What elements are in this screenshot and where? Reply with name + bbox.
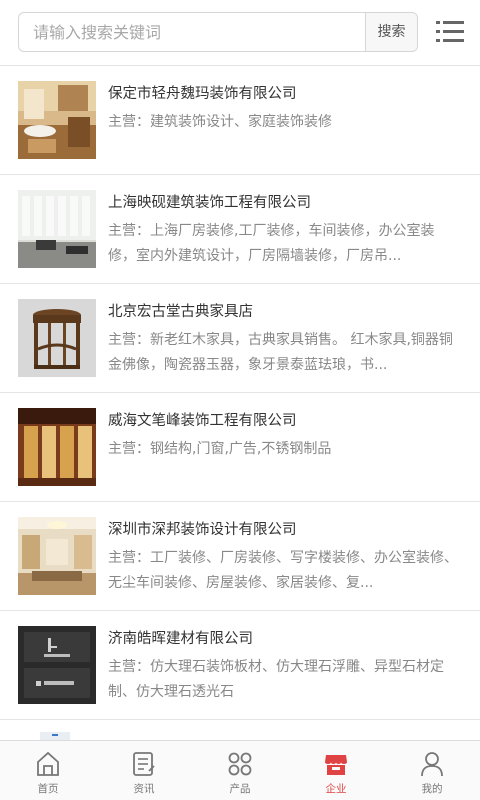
search-box: 搜索: [18, 12, 418, 52]
menu-button[interactable]: [434, 16, 466, 48]
list-menu-icon: [436, 21, 464, 42]
company-list-item[interactable]: 威海文笔峰装饰工程有限公司 主营：钢结构,门窗,广告,不锈钢制品: [0, 393, 480, 502]
company-business: 主营：钢结构,门窗,广告,不锈钢制品: [108, 441, 332, 457]
company-thumbnail: [18, 626, 96, 704]
search-button[interactable]: 搜索: [365, 13, 417, 51]
company-list-item[interactable]: 上海映砚建筑装饰工程有限公司 主营：上海厂房装修,工厂装修，车间装修，办公室装修…: [0, 175, 480, 284]
tab-mine-label: 我的: [421, 783, 443, 795]
company-list-item[interactable]: 济南皓晖建材有限公司 主营：仿大理石装饰板材、仿大理石浮雕、异型石材定制、仿大理…: [0, 611, 480, 720]
company-name: 深圳市深邦装饰设计有限公司: [108, 522, 297, 538]
store-icon: [325, 755, 347, 775]
company-thumbnail: [18, 299, 96, 377]
tab-products-label: 产品: [229, 783, 251, 795]
news-icon: [133, 752, 155, 776]
company-name: 北京宏古堂古典家具店: [108, 304, 253, 320]
company-list: 保定市轻舟魏玛装饰有限公司 主营：建筑装饰设计、家庭装饰装修 上海映砚建筑装饰工…: [0, 66, 480, 720]
company-list-item[interactable]: 深圳市深邦装饰设计有限公司 主营：工厂装修、厂房装修、写字楼装修、办公室装修、无…: [0, 502, 480, 611]
tab-products[interactable]: 产品: [192, 741, 288, 800]
grid-icon: [228, 752, 252, 776]
company-name: 保定市轻舟魏玛装饰有限公司: [108, 86, 297, 102]
company-name: 威海文笔峰装饰工程有限公司: [108, 413, 297, 429]
tab-news-label: 资讯: [133, 783, 155, 795]
company-business: 主营：新老红木家具，古典家具销售。 红木家具,铜器铜金佛像，陶瓷器玉器，象牙景泰…: [108, 332, 453, 373]
company-business: 主营：上海厂房装修,工厂装修，车间装修，办公室装修，室内外建筑设计，厂房隔墙装修…: [108, 223, 435, 264]
company-business: 主营：仿大理石装饰板材、仿大理石浮雕、异型石材定制、仿大理石透光石: [108, 659, 444, 700]
user-icon: [421, 752, 443, 777]
tab-companies-label: 企业: [325, 783, 347, 795]
bottom-tab-bar: 首页 资讯 产品 企业 我的: [0, 740, 480, 800]
company-business: 主营：建筑装饰设计、家庭装饰装修: [108, 114, 332, 130]
company-business: 主营：工厂装修、厂房装修、写字楼装修、办公室装修、无尘车间装修、房屋装修、家居装…: [108, 550, 458, 591]
tab-home-label: 首页: [37, 783, 59, 795]
company-thumbnail: [18, 190, 96, 268]
tab-mine[interactable]: 我的: [384, 741, 480, 800]
company-name: 上海映砚建筑装饰工程有限公司: [108, 195, 311, 211]
tab-news[interactable]: 资讯: [96, 741, 192, 800]
search-input[interactable]: [19, 13, 365, 51]
home-icon: [37, 751, 59, 776]
company-list-item[interactable]: 保定市轻舟魏玛装饰有限公司 主营：建筑装饰设计、家庭装饰装修: [0, 66, 480, 175]
company-name: 济南皓晖建材有限公司: [108, 631, 253, 647]
list-item-partial: [0, 720, 480, 740]
tab-home[interactable]: 首页: [0, 741, 96, 800]
tab-companies[interactable]: 企业: [288, 741, 384, 800]
partial-thumbnail: [40, 732, 70, 740]
company-thumbnail: [18, 408, 96, 486]
company-thumbnail: [18, 81, 96, 159]
company-list-item[interactable]: 北京宏古堂古典家具店 主营：新老红木家具，古典家具销售。 红木家具,铜器铜金佛像…: [0, 284, 480, 393]
company-thumbnail: [18, 517, 96, 595]
header: 搜索: [0, 0, 480, 66]
